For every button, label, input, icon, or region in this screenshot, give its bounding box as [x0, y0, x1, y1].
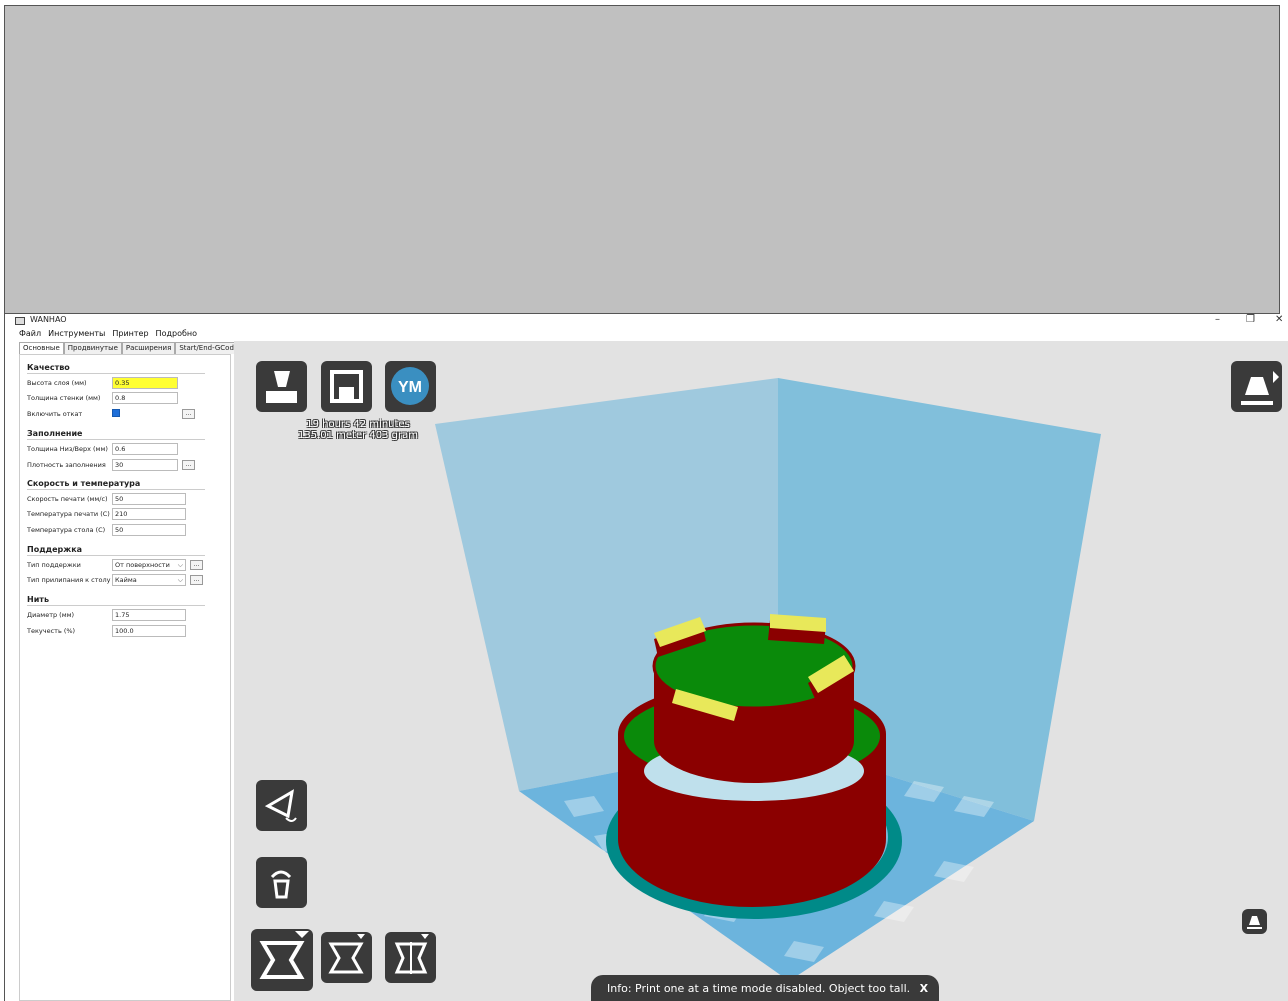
support-type-select[interactable]: От поверхности ⌵ [112, 559, 186, 571]
adhesion-select[interactable]: Кайма ⌵ [112, 574, 186, 586]
section-quality: Качество [27, 363, 70, 372]
scale-button[interactable] [251, 929, 313, 991]
title-bar: WANHAO – ❐ ✕ [5, 314, 1288, 328]
settings-tabs: Основные Продвинутые Расширения Start/En… [19, 342, 243, 354]
support-type-label: Тип поддержки [27, 561, 81, 569]
layer-view-button[interactable] [1242, 909, 1267, 934]
tab-plugins[interactable]: Расширения [121, 342, 176, 354]
menu-bar: Файл Инструменты Принтер Подробно [19, 329, 197, 341]
fill-density-label: Плотность заполнения [27, 461, 106, 469]
layer-view-icon [1247, 916, 1262, 929]
settings-panel: Качество Высота слоя (мм) 0.35 Толщина с… [19, 354, 231, 1001]
print-speed-field[interactable]: 50 [112, 493, 186, 505]
3d-viewport[interactable]: YM 19 hours 42 minutes 135.01 meter 403 … [234, 341, 1288, 1001]
chevron-down-icon: ⌵ [177, 576, 183, 584]
flow-label: Текучесть (%) [27, 627, 76, 635]
rotate-view-icon [264, 789, 297, 822]
empty-desktop-area [4, 5, 1280, 314]
menu-printer[interactable]: Принтер [112, 329, 148, 341]
support-type-value: От поверхности [115, 561, 170, 569]
print-material-text: 135.01 meter 403 gram [297, 430, 419, 441]
wall-thickness-field[interactable]: 0.8 [112, 392, 178, 404]
section-speed: Скорость и температура [27, 479, 141, 488]
retraction-label: Включить откат [27, 410, 83, 418]
print-estimate: 19 hours 42 minutes 135.01 meter 403 gra… [278, 419, 438, 441]
layer-height-field[interactable]: 0.35 [112, 377, 178, 389]
divider [27, 439, 205, 440]
view-mode-button[interactable] [1231, 361, 1282, 412]
bed-temp-field[interactable]: 50 [112, 524, 186, 536]
view-mode-icon [1241, 371, 1279, 405]
divider [27, 555, 205, 556]
bottom-top-label: Толщина Низ/Верх (мм) [27, 445, 108, 453]
print-speed-label: Скорость печати (мм/с) [27, 495, 108, 503]
section-filament: Нить [27, 595, 49, 604]
section-support: Поддержка [27, 545, 83, 554]
divider [27, 489, 205, 490]
retraction-checkbox[interactable] [112, 409, 120, 417]
ym-icon: YM [391, 367, 429, 405]
wall-thickness-label: Толщина стенки (мм) [27, 394, 101, 402]
section-fill: Заполнение [27, 429, 83, 438]
bed-temp-label: Температура стола (C) [27, 526, 106, 534]
save-button[interactable] [321, 361, 372, 412]
mirror-button[interactable] [321, 932, 372, 983]
retraction-settings-button[interactable]: ... [182, 409, 195, 419]
diameter-field[interactable]: 1.75 [112, 609, 186, 621]
mirror-vertical-icon [394, 934, 429, 974]
diameter-label: Диаметр (мм) [27, 611, 75, 619]
scale-icon [259, 931, 309, 979]
restore-button[interactable]: ❐ [1246, 314, 1255, 325]
load-model-icon [266, 371, 297, 403]
info-close-button[interactable]: X [920, 982, 928, 995]
view-angle-button[interactable] [256, 780, 307, 831]
tab-gcode[interactable]: Start/End-GCode [175, 342, 243, 354]
support-settings-button[interactable]: ... [190, 560, 203, 570]
fill-density-field[interactable]: 30 [112, 459, 178, 471]
app-icon [15, 317, 25, 325]
flow-field[interactable]: 100.0 [112, 625, 186, 637]
settings-tool-button[interactable] [385, 932, 436, 983]
ym-label: YM [398, 379, 422, 396]
close-button[interactable]: ✕ [1275, 314, 1283, 325]
minimize-button[interactable]: – [1215, 314, 1220, 325]
bottom-top-field[interactable]: 0.6 [112, 443, 178, 455]
divider [27, 605, 205, 606]
tab-basic[interactable]: Основные [19, 342, 64, 354]
rotate-icon [270, 870, 292, 899]
ym-button[interactable]: YM [385, 361, 436, 412]
info-message: Info: Print one at a time mode disabled.… [607, 982, 911, 995]
print-temp-field[interactable]: 210 [112, 508, 186, 520]
window-title: WANHAO [30, 315, 67, 324]
chevron-down-icon: ⌵ [177, 561, 183, 569]
adhesion-label: Тип прилипания к столу [27, 576, 111, 584]
menu-tools[interactable]: Инструменты [48, 329, 105, 341]
fill-settings-button[interactable]: ... [182, 460, 195, 470]
adhesion-settings-button[interactable]: ... [190, 575, 203, 585]
divider [27, 373, 205, 374]
info-notification: Info: Print one at a time mode disabled.… [591, 975, 939, 1001]
mirror-icon [328, 934, 365, 974]
menu-expert[interactable]: Подробно [156, 329, 197, 341]
app-window: WANHAO – ❐ ✕ Файл Инструменты Принтер По… [4, 314, 1288, 1001]
print-temp-label: Температура печати (C) [27, 510, 110, 518]
load-model-button[interactable] [256, 361, 307, 412]
tab-advanced[interactable]: Продвинутые [63, 342, 122, 354]
print-time-text: 19 hours 42 minutes [306, 419, 410, 430]
menu-file[interactable]: Файл [19, 329, 41, 341]
adhesion-value: Кайма [115, 576, 137, 584]
save-icon [330, 370, 363, 403]
rotate-button[interactable] [256, 857, 307, 908]
layer-height-label: Высота слоя (мм) [27, 379, 87, 387]
top-tab-2 [768, 614, 826, 644]
